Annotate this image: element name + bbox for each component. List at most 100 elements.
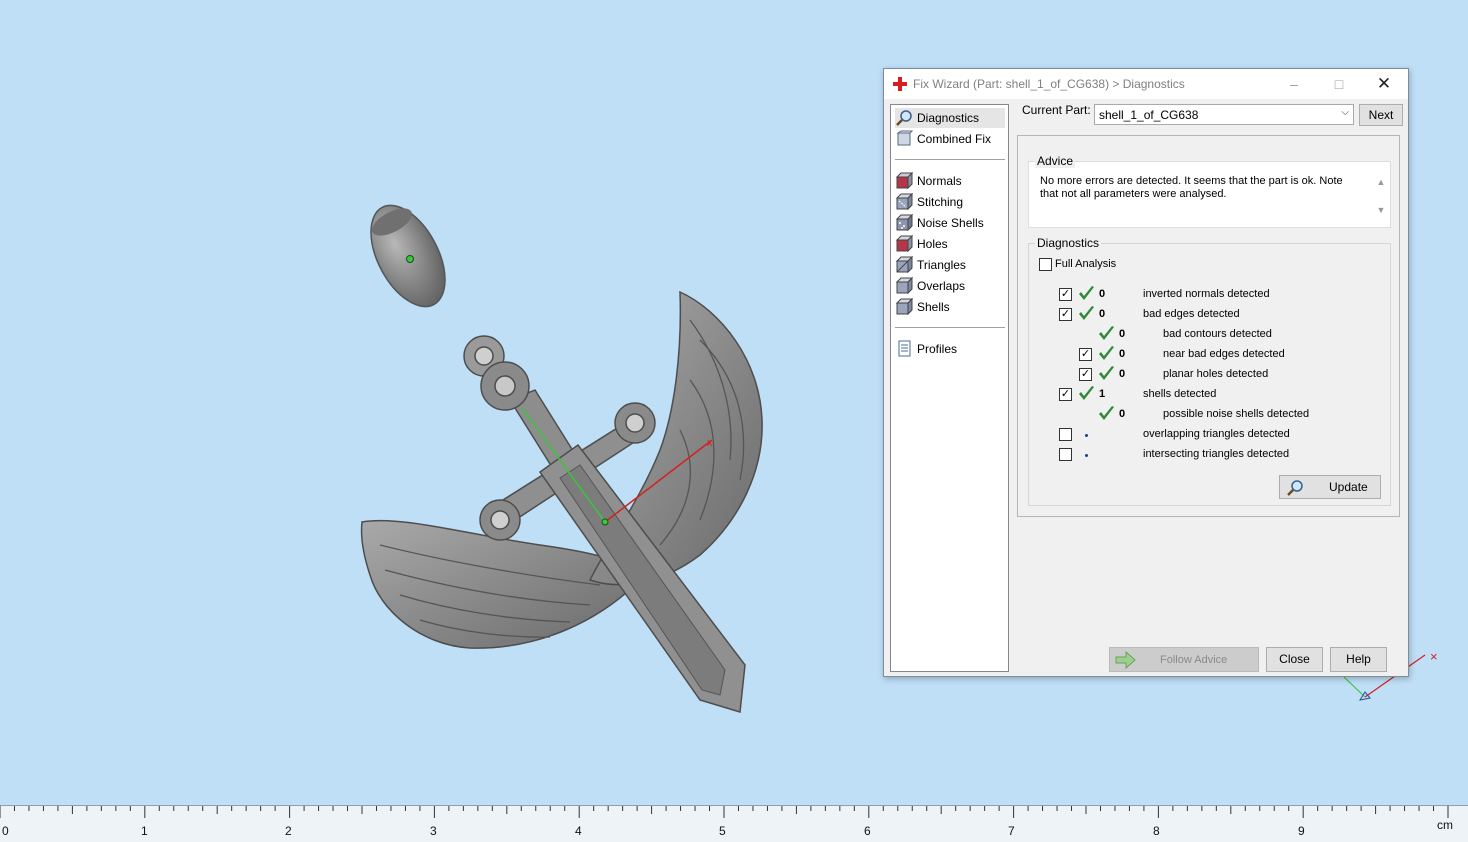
nav-label: Diagnostics [917, 111, 980, 125]
diagnostic-count: 0 [1119, 348, 1126, 360]
ruler-label-2: 2 [285, 824, 292, 838]
nav-item-holes[interactable]: Holes [895, 234, 1005, 254]
current-part-value: shell_1_of_CG638 [1099, 108, 1199, 122]
full-analysis-checkbox[interactable] [1039, 258, 1052, 271]
diagnostic-label: intersecting triangles detected [1143, 448, 1290, 460]
diagnostic-checkbox[interactable]: ✓ [1079, 348, 1092, 361]
holes-cube-icon [895, 235, 913, 253]
nav-label: Combined Fix [917, 132, 992, 146]
minimize-icon[interactable]: – [1284, 75, 1304, 93]
diagnostic-label: shells detected [1143, 388, 1217, 400]
diagnostic-label: possible noise shells detected [1163, 408, 1310, 420]
diagnostic-checkbox[interactable]: ✓ [1079, 368, 1092, 381]
nav-item-stitching[interactable]: Stitching [895, 192, 1005, 212]
nav-label: Holes [917, 237, 948, 251]
ruler-label-9: 9 [1298, 824, 1305, 838]
current-part-select[interactable]: shell_1_of_CG638 ⌵ [1094, 104, 1354, 125]
nav-separator [895, 159, 1005, 160]
wizard-nav: Diagnostics Combined Fix Normals Stitchi… [890, 104, 1009, 672]
diagnostic-count: 0 [1119, 328, 1126, 340]
green-check-icon [1079, 306, 1094, 320]
nav-item-triangles[interactable]: Triangles [895, 255, 1005, 275]
nav-label: Shells [917, 300, 950, 314]
update-label: Update [1329, 480, 1368, 494]
diagnostic-checkbox[interactable]: ✓ [1059, 288, 1072, 301]
maximize-icon[interactable]: □ [1329, 75, 1349, 93]
stitching-cube-icon [895, 193, 913, 211]
current-part-label: Current Part: [1022, 103, 1091, 117]
scroll-up-icon[interactable]: ▲ [1374, 177, 1388, 187]
diagnostic-label: near bad edges detected [1163, 348, 1285, 360]
diagnostic-label: bad contours detected [1163, 328, 1272, 340]
nav-label: Noise Shells [917, 216, 984, 230]
arrow-right-icon [1115, 651, 1136, 669]
svg-text:x: x [707, 437, 713, 449]
combined-fix-icon [896, 130, 913, 146]
advice-title: Advice [1035, 154, 1076, 168]
scroll-down-icon[interactable]: ▼ [1374, 205, 1388, 215]
ruler-label-1: 1 [141, 824, 148, 838]
magnifier-icon [896, 110, 912, 126]
nav-item-normals[interactable]: Normals [895, 171, 1005, 191]
green-check-icon [1099, 406, 1114, 420]
chevron-down-icon: ⌵ [1341, 107, 1349, 118]
diagnostics-group: Diagnostics Full Analysis ✓ 0 inverted nor… [1028, 236, 1391, 506]
ruler-label-5: 5 [719, 824, 726, 838]
advice-scrollbar[interactable]: ▲ ▼ [1374, 177, 1388, 222]
advice-group: Advice No more errors are detected. It s… [1028, 154, 1391, 228]
close-icon[interactable]: ✕ [1374, 75, 1394, 93]
follow-advice-button[interactable]: Follow Advice [1109, 647, 1259, 672]
nav-label: Normals [917, 174, 962, 188]
nav-separator [895, 327, 1005, 328]
dialog-title: Fix Wizard (Part: shell_1_of_CG638) > Di… [913, 77, 1185, 91]
ruler-ticks [0, 806, 1449, 818]
full-analysis-label: Full Analysis [1055, 258, 1117, 270]
nav-label: Triangles [917, 258, 966, 272]
nav-item-combined-fix[interactable]: Combined Fix [895, 129, 1005, 149]
ruler-label-4: 4 [575, 824, 582, 838]
noise-shells-cube-icon [895, 214, 913, 232]
shells-cube-icon [895, 298, 913, 316]
normals-cube-icon [895, 172, 913, 190]
diagnostic-count: 0 [1099, 308, 1106, 320]
advice-text: No more errors are detected. It seems th… [1040, 175, 1343, 200]
green-check-icon [1079, 386, 1094, 400]
diagnostic-checkbox[interactable] [1059, 448, 1072, 461]
diagnostic-count: 0 [1119, 408, 1126, 420]
follow-advice-label: Follow Advice [1160, 654, 1228, 666]
diagnostic-label: inverted normals detected [1143, 288, 1270, 300]
next-button[interactable]: Next [1359, 104, 1403, 126]
horizontal-ruler: 0 1 2 3 4 5 6 7 8 9 cm [0, 805, 1468, 842]
help-button[interactable]: Help [1330, 647, 1387, 672]
ruler-label-8: 8 [1153, 824, 1160, 838]
fix-wizard-dialog: Fix Wizard (Part: shell_1_of_CG638) > Di… [883, 68, 1409, 677]
nav-label: Stitching [917, 195, 964, 209]
pending-dot-icon [1085, 454, 1088, 457]
nav-item-profiles[interactable]: Profiles [895, 339, 1005, 359]
diagnostic-checkbox[interactable]: ✓ [1059, 388, 1072, 401]
diagnostic-checkbox[interactable] [1059, 428, 1072, 441]
pending-dot-icon [1085, 434, 1088, 437]
nav-item-diagnostics[interactable]: Diagnostics [895, 108, 1005, 128]
nav-label: Overlaps [917, 279, 966, 293]
ring-shape [370, 204, 446, 308]
ruler-label-7: 7 [1008, 824, 1015, 838]
profiles-document-icon [898, 340, 911, 357]
diagnostic-checkbox[interactable]: ✓ [1059, 308, 1072, 321]
svg-text:×: × [1430, 649, 1438, 664]
nav-item-noise-shells[interactable]: Noise Shells [895, 213, 1005, 233]
diagnostic-count: 0 [1119, 368, 1126, 380]
nav-item-shells[interactable]: Shells [895, 297, 1005, 317]
ruler-label-6: 6 [864, 824, 871, 838]
diagnostics-title: Diagnostics [1035, 236, 1102, 250]
diagnostic-label: bad edges detected [1143, 308, 1240, 320]
diagnostic-count: 0 [1099, 288, 1106, 300]
diagnostic-label: planar holes detected [1163, 368, 1269, 380]
ruler-unit: cm [1437, 818, 1453, 832]
green-check-icon [1079, 286, 1094, 300]
close-button[interactable]: Close [1266, 647, 1323, 672]
triangles-cube-icon [895, 256, 913, 274]
update-button[interactable]: Update [1279, 475, 1381, 499]
nav-item-overlaps[interactable]: Overlaps [895, 276, 1005, 296]
dialog-titlebar[interactable]: Fix Wizard (Part: shell_1_of_CG638) > Di… [884, 69, 1408, 99]
